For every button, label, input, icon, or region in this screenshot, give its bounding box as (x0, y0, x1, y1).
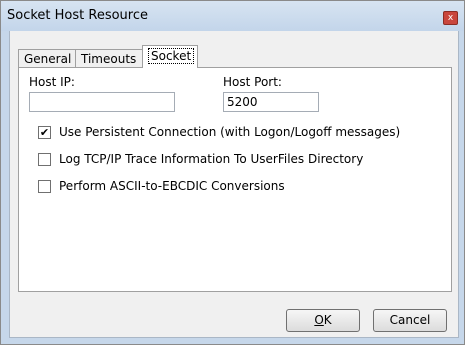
dialog-client-area: General Timeouts Socket Host IP: Host Po… (9, 31, 459, 338)
socket-tab-panel: Host IP: Host Port: ✔ Use Persistent Con… (18, 67, 452, 292)
tab-general[interactable]: General (18, 49, 76, 67)
host-port-input[interactable] (223, 92, 319, 112)
cancel-button[interactable]: Cancel (373, 309, 447, 332)
dialog-window: Socket Host Resource x General Timeouts … (0, 0, 465, 345)
ok-button[interactable]: OK (286, 309, 360, 332)
tab-timeouts[interactable]: Timeouts (75, 49, 143, 67)
window-title: Socket Host Resource (7, 8, 148, 23)
host-ip-input[interactable] (29, 92, 175, 112)
close-icon[interactable]: x (443, 11, 458, 25)
tcpip-trace-label: Log TCP/IP Trace Information To UserFile… (59, 152, 364, 166)
ok-mnemonic: O (314, 313, 324, 327)
ascii-ebcdic-checkbox[interactable] (38, 180, 51, 193)
title-bar[interactable]: Socket Host Resource x (1, 1, 464, 31)
tab-socket-label: Socket (148, 48, 195, 64)
tcpip-trace-checkbox[interactable] (38, 153, 51, 166)
tab-timeouts-label: Timeouts (81, 52, 137, 66)
persistent-connection-checkbox[interactable]: ✔ (38, 126, 51, 139)
persistent-connection-label: Use Persistent Connection (with Logon/Lo… (59, 125, 401, 139)
ascii-ebcdic-label: Perform ASCII-to-EBCDIC Conversions (59, 179, 285, 193)
host-port-label: Host Port: (223, 75, 282, 89)
tab-socket[interactable]: Socket (142, 45, 198, 68)
ok-label-rest: K (323, 313, 332, 327)
host-ip-label: Host IP: (29, 75, 75, 89)
tab-general-label: General (24, 52, 72, 66)
